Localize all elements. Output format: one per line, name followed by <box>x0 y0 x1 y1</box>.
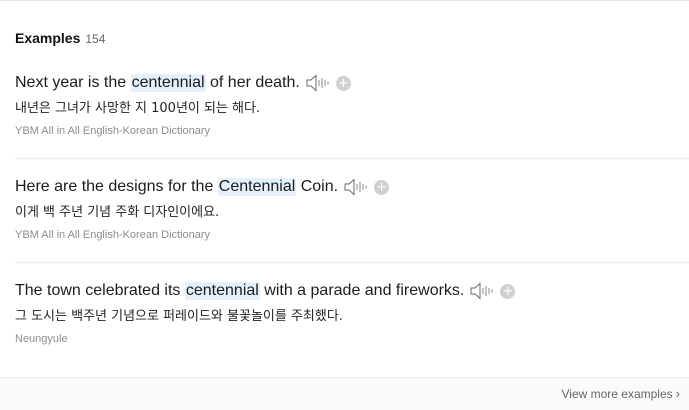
example-translation: 내년은 그녀가 사망한 지 100년이 되는 해다. <box>15 101 261 116</box>
example-source: YBM All in All English-Korean Dictionary <box>15 125 211 137</box>
view-more-examples-link[interactable]: View more examples › <box>561 386 680 401</box>
example-sentence: The town celebrated its centennial with … <box>15 280 689 302</box>
examples-header: Examples 154 <box>15 30 105 46</box>
view-more-label: View more examples <box>561 386 673 401</box>
example-translation: 그 도시는 백주년 기념으로 퍼레이드와 불꽃놀이를 주최했다. <box>15 309 343 324</box>
example-item: Next year is the centennial of her death… <box>15 72 689 137</box>
sentence-text: of her death. <box>205 74 300 91</box>
example-item: Here are the designs for the Centennial … <box>15 176 689 241</box>
add-to-wordbook-button[interactable]: + <box>500 283 516 299</box>
plus-icon: + <box>376 179 388 195</box>
chevron-right-icon: › <box>675 386 680 401</box>
sentence-text: Coin. <box>296 178 339 195</box>
example-sentence: Next year is the centennial of her death… <box>15 72 689 94</box>
example-translation: 이게 백 주년 기념 주화 디자인이에요. <box>15 205 220 220</box>
examples-footer: View more examples › <box>0 377 689 410</box>
plus-icon: + <box>502 283 514 299</box>
speaker-icon[interactable] <box>344 178 368 196</box>
speaker-icon[interactable] <box>470 282 494 300</box>
sentence-text: The town celebrated its <box>15 282 185 299</box>
example-sentence: Here are the designs for the Centennial … <box>15 176 689 198</box>
plus-icon: + <box>337 75 349 91</box>
sentence-text: Here are the designs for the <box>15 178 218 195</box>
example-divider <box>15 262 689 263</box>
speaker-icon[interactable] <box>306 74 330 92</box>
sentence-text: Next year is the <box>15 74 131 91</box>
examples-title: Examples <box>15 30 81 46</box>
example-divider <box>15 158 689 159</box>
add-to-wordbook-button[interactable]: + <box>374 179 390 195</box>
example-source: YBM All in All English-Korean Dictionary <box>15 229 211 241</box>
highlighted-keyword: centennial <box>184 282 260 300</box>
example-source: Neungyule <box>15 333 68 345</box>
highlighted-keyword: centennial <box>130 74 206 92</box>
sentence-text: with a parade and fireworks. <box>259 282 465 299</box>
example-item: The town celebrated its centennial with … <box>15 280 689 345</box>
highlighted-keyword: Centennial <box>217 178 297 196</box>
add-to-wordbook-button[interactable]: + <box>335 75 351 91</box>
examples-count: 154 <box>85 32 106 46</box>
top-divider <box>0 0 689 1</box>
